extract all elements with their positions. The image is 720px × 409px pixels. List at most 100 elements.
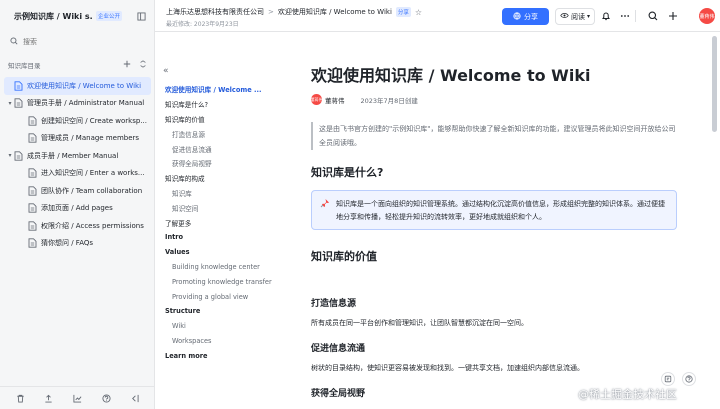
doc-icon (28, 168, 37, 178)
outline-item[interactable]: 了解更多 (165, 215, 303, 230)
paragraph-build-source: 所有成员在同一平台创作和管理知识，让团队智慧都沉淀在同一空间。 (311, 319, 528, 327)
add-page-icon[interactable] (123, 60, 131, 70)
outline-item[interactable]: Values (165, 245, 303, 260)
breadcrumb-page[interactable]: 欢迎使用知识库 / Welcome to Wiki (278, 7, 392, 17)
read-mode-label: 阅读 (570, 12, 585, 21)
read-mode-button[interactable]: 阅读 ▾ (555, 8, 595, 25)
scrollbar-thumb[interactable] (712, 36, 717, 132)
toolbar-divider (635, 10, 636, 22)
doc-icon (14, 98, 23, 108)
pushpin-icon (320, 198, 332, 222)
watermark-text: @稀土掘金技术社区 (578, 388, 677, 401)
doc-icon (28, 238, 37, 248)
doc-icon (14, 81, 23, 91)
outline-item[interactable]: 知识空间 (165, 200, 303, 215)
page-tree: 欢迎使用知识库 / Welcome to Wiki ▾ 管理员手册 / Admini… (4, 77, 151, 252)
heading-global-view: 获得全局视野 (311, 389, 366, 399)
chevron-down-icon: ▾ (586, 13, 590, 20)
outline-item[interactable]: Learn more (165, 348, 303, 363)
chevron-down-icon[interactable]: ▾ (6, 152, 14, 159)
breadcrumb: 上海乐达思想科技有限责任公司 > 欢迎使用知识库 / Welcome to Wi… (166, 7, 422, 17)
more-icon[interactable] (619, 10, 631, 22)
search-icon[interactable] (647, 10, 659, 22)
outline-item[interactable]: 打造信息源 (165, 126, 303, 141)
outline-item[interactable]: 知识库的价值 (165, 112, 303, 127)
heading-build-source: 打造信息源 (311, 299, 357, 309)
outline-item[interactable]: 知识库的构成 (165, 171, 303, 186)
sidebar-item-label: 成员手册 / Member Manual (27, 151, 119, 160)
sidebar-item[interactable]: 管理成员 / Manage members (4, 130, 151, 148)
outline-item[interactable]: Building knowledge center (165, 260, 303, 275)
outline-item[interactable]: Intro (165, 230, 303, 245)
catalog-section-header: 知识库目录 (0, 58, 155, 72)
floating-actions (661, 372, 696, 386)
sidebar-footer (0, 386, 155, 409)
wiki-title[interactable]: 示例知识库 / Wiki s... (14, 11, 92, 22)
doc-icon (14, 151, 23, 161)
document-body: 欢迎使用知识库 / Welcome to Wiki 董蒋伟 董蒋伟 2023年7… (305, 32, 710, 409)
doc-icon (28, 116, 37, 126)
sidebar-item[interactable]: 添加页面 / Add pages (4, 200, 151, 218)
trash-icon[interactable] (14, 392, 26, 404)
outline-item[interactable]: Wiki (165, 319, 303, 334)
sidebar-item[interactable]: 猜你想问 / FAQs (4, 235, 151, 253)
sidebar-item-label: 管理成员 / Manage members (41, 134, 140, 143)
globe-icon (513, 11, 521, 22)
share-status-badge: 分享 (395, 7, 411, 17)
collapse-tree-icon[interactable] (139, 60, 147, 70)
sidebar-item-label: 创建知识空间 / Create worksp... (41, 116, 147, 125)
collapse-outline-icon[interactable]: « (163, 66, 169, 76)
visibility-badge: 企业公开 (96, 11, 123, 21)
expand-sidebar-icon[interactable] (135, 10, 147, 22)
outline-item[interactable]: 促进信息流通 (165, 141, 303, 156)
author-avatar[interactable]: 董蒋伟 (311, 94, 323, 105)
callout-block: 知识库是一个面向组织的知识管理系统。通过结构化沉淀高价值信息，形成组织完整的知识… (311, 190, 677, 230)
add-icon[interactable] (667, 10, 679, 22)
last-modified: 最近修改: 2023年9月23日 (166, 21, 239, 28)
sidebar-item-label: 团队协作 / Team collaboration (41, 186, 143, 195)
sidebar-item[interactable]: ▾ 成员手册 / Member Manual (4, 147, 151, 165)
sidebar-item[interactable]: 进入知识空间 / Enter a works... (4, 165, 151, 183)
help-icon[interactable] (682, 372, 696, 386)
sidebar-item[interactable]: 欢迎使用知识库 / Welcome to Wiki (4, 77, 151, 95)
outline-item[interactable]: 知识库是什么? (165, 97, 303, 112)
star-icon[interactable]: ☆ (415, 8, 422, 17)
collapse-icon[interactable] (129, 392, 141, 404)
comment-icon[interactable] (661, 372, 675, 386)
paragraph-flow: 树状的目录结构，使知识更容易被发现和找到。一键共享文档，加速组织内部信息流通。 (311, 364, 584, 372)
author-name[interactable]: 董蒋伟 (325, 95, 345, 105)
help-icon[interactable] (100, 392, 112, 404)
sidebar-item[interactable]: 团队协作 / Team collaboration (4, 182, 151, 200)
share-button[interactable]: 分享 (502, 8, 549, 25)
heading-value: 知识库的价值 (311, 250, 377, 263)
bell-icon[interactable] (600, 10, 612, 22)
chart-icon[interactable] (71, 392, 83, 404)
outline-item[interactable]: Structure (165, 304, 303, 319)
search-icon (10, 37, 18, 47)
catalog-label: 知识库目录 (8, 62, 41, 70)
breadcrumb-org[interactable]: 上海乐达思想科技有限责任公司 (166, 7, 264, 17)
sidebar-item[interactable]: ▾ 管理员手册 / Administrator Manual (4, 95, 151, 113)
sidebar-item-label: 管理员手册 / Administrator Manual (27, 99, 145, 108)
sidebar-search[interactable] (6, 35, 149, 49)
outline-item[interactable]: 欢迎使用知识库 / Welcome ... (165, 82, 303, 97)
user-avatar[interactable]: 董蒋伟 (699, 8, 715, 24)
sidebar-item[interactable]: 创建知识空间 / Create worksp... (4, 112, 151, 130)
doc-icon (28, 221, 37, 231)
share-button-label: 分享 (524, 12, 538, 21)
share-icon[interactable] (43, 392, 55, 404)
outline-item[interactable]: Workspaces (165, 334, 303, 349)
heading-what-is-wiki: 知识库是什么? (311, 166, 384, 179)
sidebar-item[interactable]: 权限介绍 / Access permissions (4, 217, 151, 235)
chevron-down-icon[interactable]: ▾ (6, 100, 14, 107)
outline-item[interactable]: Promoting knowledge transfer (165, 274, 303, 289)
page-title: 欢迎使用知识库 / Welcome to Wiki (311, 66, 591, 85)
sidebar-item-label: 进入知识空间 / Enter a works... (41, 169, 145, 178)
outline-item[interactable]: Providing a global view (165, 289, 303, 304)
outline-item[interactable]: 知识库 (165, 186, 303, 201)
outline-item[interactable]: 获得全局视野 (165, 156, 303, 171)
document-outline: « 欢迎使用知识库 / Welcome ... 知识库是什么? 知识库的价值 打造信息… (155, 32, 305, 409)
intro-quote: 这是由飞书官方创建的"示例知识库"，能够帮助你快速了解全新知识库的功能，建议管理… (311, 122, 679, 150)
search-input[interactable] (23, 38, 133, 46)
callout-text: 知识库是一个面向组织的知识管理系统。通过结构化沉淀高价值信息，形成组织完整的知识… (336, 200, 665, 221)
